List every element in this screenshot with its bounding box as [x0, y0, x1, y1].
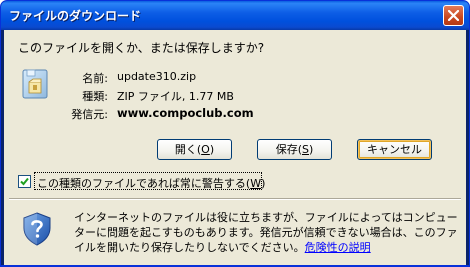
risk-explanation-link[interactable]: 危険性の説明: [305, 241, 371, 254]
close-icon: [448, 10, 459, 21]
type-label: 種類:: [82, 90, 108, 103]
security-warning: インターネットのファイルは役に立ちますが、ファイルによってはコンピューターに問題…: [74, 210, 458, 255]
window-title: ファイルのダウンロード: [9, 9, 142, 23]
always-warn-accesskey: W: [250, 177, 262, 190]
close-button[interactable]: [443, 5, 464, 26]
dialog-question: このファイルを開くか、または保存しますか?: [18, 41, 265, 55]
always-warn-label-text: この種類のファイルであれば常に警告する(: [37, 177, 251, 190]
save-button[interactable]: 保存(S): [257, 139, 332, 160]
open-button[interactable]: 開く(O): [157, 139, 232, 160]
zip-file-icon: [22, 69, 48, 99]
divider: [9, 198, 461, 200]
open-button-accesskey: O: [201, 143, 210, 156]
from-label: 発信元:: [71, 108, 108, 121]
security-shield-icon: [23, 212, 51, 246]
cancel-button[interactable]: キャンセル: [357, 139, 432, 160]
from-value: www.compoclub.com: [117, 106, 254, 120]
dialog-body: このファイルを開くか、または保存しますか? 名前: update310.zip …: [4, 30, 466, 265]
security-warning-text: インターネットのファイルは役に立ちますが、ファイルによってはコンピューターに問題…: [74, 211, 458, 254]
open-button-suffix: ): [209, 143, 215, 156]
cancel-button-label: キャンセル: [367, 143, 422, 156]
save-button-suffix: ): [308, 143, 314, 156]
always-warn-checkbox[interactable]: [18, 175, 31, 188]
file-type-value: ZIP ファイル, 1.77 MB: [117, 90, 234, 103]
file-name-value: update310.zip: [117, 70, 197, 83]
always-warn-label[interactable]: この種類のファイルであれば常に警告する(W): [37, 175, 265, 191]
always-warn-suffix: ): [261, 177, 266, 190]
checkmark-icon: [20, 177, 29, 186]
open-button-label: 開く(: [174, 143, 202, 156]
download-dialog-window: ファイルのダウンロード このファイルを開くか、または保存しますか? 名前: up…: [0, 0, 470, 267]
save-button-accesskey: S: [302, 143, 309, 156]
name-label: 名前:: [82, 72, 108, 85]
save-button-label: 保存(: [275, 143, 302, 156]
title-bar[interactable]: ファイルのダウンロード: [1, 1, 469, 30]
